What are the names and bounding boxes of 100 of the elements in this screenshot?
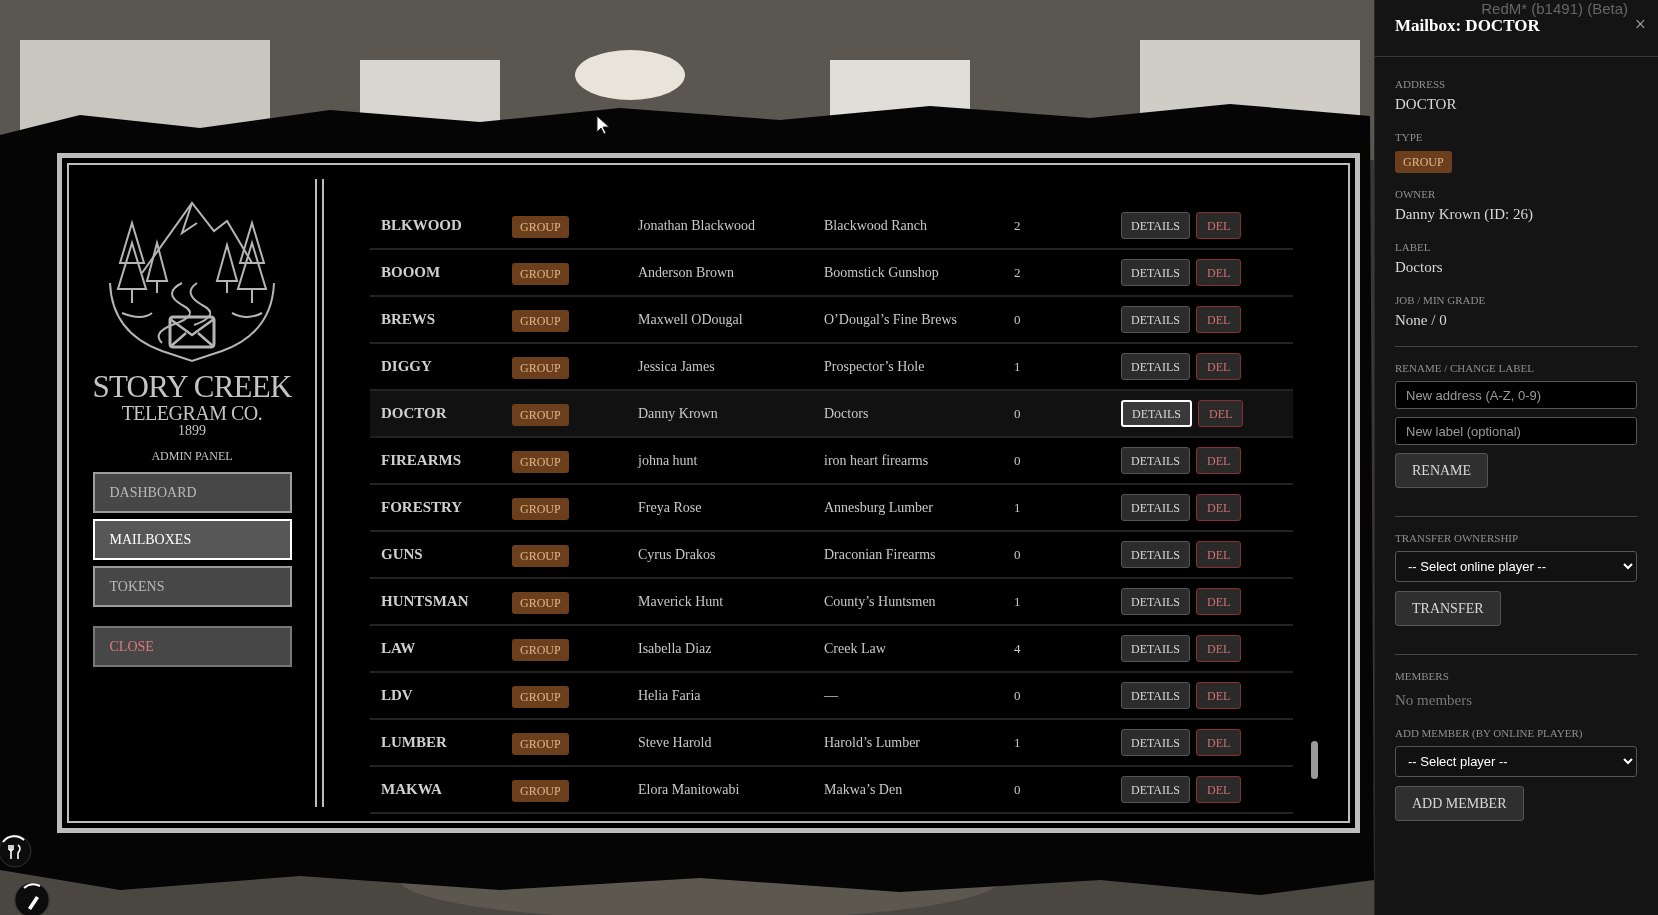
address-cell-text: BREWS <box>381 310 437 330</box>
delete-button[interactable]: DEL <box>1196 682 1242 709</box>
delete-button[interactable]: DEL <box>1196 729 1242 756</box>
delete-button[interactable]: DEL <box>1196 541 1242 568</box>
delete-button[interactable]: DEL <box>1196 776 1242 803</box>
details-button[interactable]: DETAILS <box>1121 212 1191 239</box>
table-row[interactable]: LAW GROUP Isabella Diaz Creek Law 4 DETAILS DEL <box>370 626 1293 673</box>
action-button[interactable]: ADD MEMBER <box>1395 785 1524 821</box>
brand-subtitle: TELEGRAM CO. <box>121 403 263 423</box>
member-count-cell-text: 1 <box>1014 733 1022 752</box>
label-cell-text: Doctors <box>824 405 870 423</box>
type-badge: GROUP <box>512 732 569 755</box>
table-row[interactable]: HUNTSMAN GROUP Maverick Hunt County’s Huntsmen 1 DETAILS DEL <box>370 579 1293 626</box>
member-count-cell-text: 0 <box>1014 451 1022 470</box>
input-field[interactable]: New label (optional) <box>1395 417 1637 445</box>
type-badge: GROUP <box>512 685 569 708</box>
address-cell-text: MAKWA <box>381 780 443 800</box>
label-cell-text: Creek Law <box>824 640 887 658</box>
details-button[interactable]: DETAILS <box>1121 494 1191 521</box>
cursor-icon <box>596 115 610 135</box>
table-row[interactable]: FORESTRY GROUP Freya Rose Annesburg Lumber 1 DETAILS DEL <box>370 485 1293 532</box>
details-button[interactable]: DETAILS <box>1121 588 1191 615</box>
type-badge: GROUP <box>1395 151 1452 173</box>
nav-tab[interactable]: MAILBOXES <box>92 519 292 560</box>
label-cell-text: Prospector’s Hole <box>824 358 926 376</box>
address-cell-text: HUNTSMAN <box>381 592 470 612</box>
delete-button[interactable]: DEL <box>1196 635 1242 662</box>
address-cell-text: LDV <box>381 686 414 706</box>
type-badge: GROUP <box>512 309 569 332</box>
scrollbar-thumb[interactable] <box>1311 741 1318 779</box>
type-badge: GROUP <box>512 356 569 379</box>
close-button[interactable]: × <box>1634 14 1646 34</box>
label-cell-text: Annesburg Lumber <box>824 499 934 517</box>
field-value: Doctors <box>1395 258 1444 276</box>
details-button[interactable]: DETAILS <box>1121 729 1191 756</box>
action-button[interactable]: RENAME <box>1395 453 1489 488</box>
label-cell-text: Boomstick Gunshop <box>824 264 940 282</box>
table-row[interactable]: BOOOM GROUP Anderson Brown Boomstick Gunshop 2 DETAILS DEL <box>370 250 1293 297</box>
select-field[interactable]: -- Select online player -- <box>1395 551 1637 582</box>
status-icon <box>14 882 50 915</box>
table-row[interactable]: BLKWOOD GROUP Jonathan Blackwood Blackwood Ranch 2 DETAILS DEL <box>370 203 1293 250</box>
delete-button[interactable]: DEL <box>1196 588 1242 615</box>
details-button[interactable]: DETAILS <box>1121 541 1191 568</box>
delete-button[interactable]: DEL <box>1198 400 1244 427</box>
type-badge: GROUP <box>512 262 569 285</box>
delete-button[interactable]: DEL <box>1196 212 1242 239</box>
delete-button[interactable]: DEL <box>1196 306 1242 333</box>
member-count-cell-text: 0 <box>1014 686 1022 705</box>
client-version-label: RedM* (b1491) (Beta) <box>1481 0 1628 18</box>
delete-button[interactable]: DEL <box>1196 353 1242 380</box>
owner-cell-text: Steve Harold <box>638 734 713 752</box>
details-button[interactable]: DETAILS <box>1121 682 1191 709</box>
owner-cell-text: Maverick Hunt <box>638 593 725 611</box>
input-field[interactable]: New address (A-Z, 0-9) <box>1395 381 1637 409</box>
label-cell-text: — <box>824 687 839 705</box>
details-button[interactable]: DETAILS <box>1121 306 1191 333</box>
address-cell-text: GUNS <box>381 545 424 565</box>
section-heading: ADD MEMBER (BY ONLINE PLAYER) <box>1395 725 1584 740</box>
owner-cell-text: Helia Faria <box>638 687 702 705</box>
panel-title: Mailbox: DOCTOR <box>1395 16 1540 37</box>
table-row[interactable]: MAKWA GROUP Elora Manitowabi Makwa’s Den 0 DETAILS DEL <box>370 767 1293 814</box>
owner-cell-text: Jessica James <box>638 358 716 376</box>
label-cell-text: Harold’s Lumber <box>824 734 922 752</box>
brand-year: 1899 <box>178 423 206 439</box>
owner-cell-text: Freya Rose <box>638 499 703 517</box>
delete-button[interactable]: DEL <box>1196 494 1242 521</box>
delete-button[interactable]: DEL <box>1196 447 1242 474</box>
owner-cell-text: Cyrus Drakos <box>638 546 717 564</box>
table-row[interactable]: LUMBER GROUP Steve Harold Harold’s Lumber 1 DETAILS DEL <box>370 720 1293 767</box>
member-count-cell-text: 0 <box>1014 404 1022 423</box>
table-row[interactable]: DOCTOR GROUP Danny Krown Doctors 0 DETAILS DEL <box>370 391 1293 438</box>
action-button[interactable]: TRANSFER <box>1395 591 1501 626</box>
brand-name: STORY CREEK <box>92 371 292 403</box>
type-badge: GROUP <box>512 403 569 426</box>
type-badge: GROUP <box>512 591 569 614</box>
label-cell-text: O’Dougal’s Fine Brews <box>824 311 958 329</box>
fork-knife-icon <box>0 834 32 868</box>
nav-tab[interactable]: TOKENS <box>92 566 292 607</box>
owner-cell-text: Jonathan Blackwood <box>638 217 757 235</box>
table-row[interactable]: FIREARMS GROUP johna hunt iron heart firearms 0 DETAILS DEL <box>370 438 1293 485</box>
details-button[interactable]: DETAILS <box>1121 353 1191 380</box>
details-button[interactable]: DETAILS <box>1121 776 1191 803</box>
delete-button[interactable]: DEL <box>1196 259 1242 286</box>
table-row[interactable]: LDV GROUP Helia Faria — 0 DETAILS DEL <box>370 673 1293 720</box>
owner-cell-text: Maxwell ODougal <box>638 311 744 329</box>
label-cell-text: Blackwood Ranch <box>824 217 929 235</box>
section-heading: TRANSFER OWNERSHIP <box>1395 531 1520 545</box>
details-button[interactable]: DETAILS <box>1121 447 1191 474</box>
select-field[interactable]: -- Select player -- <box>1395 745 1637 777</box>
details-button[interactable]: DETAILS <box>1121 259 1191 286</box>
details-button[interactable]: DETAILS <box>1121 635 1191 662</box>
label-cell-text: iron heart firearms <box>824 452 930 470</box>
address-cell-text: FORESTRY <box>381 498 464 518</box>
table-row[interactable]: GUNS GROUP Cyrus Drakos Draconian Firearms 0 DETAILS DEL <box>370 532 1293 579</box>
table-row[interactable]: BREWS GROUP Maxwell ODougal O’Dougal’s Fine Brews 0 DETAILS DEL <box>370 297 1293 344</box>
nav-tab[interactable]: DASHBOARD <box>92 472 292 513</box>
address-cell-text: DOCTOR <box>381 404 448 424</box>
type-badge: GROUP <box>512 450 569 473</box>
member-count-cell-text: 0 <box>1014 545 1022 564</box>
details-button[interactable]: DETAILS <box>1121 400 1193 427</box>
